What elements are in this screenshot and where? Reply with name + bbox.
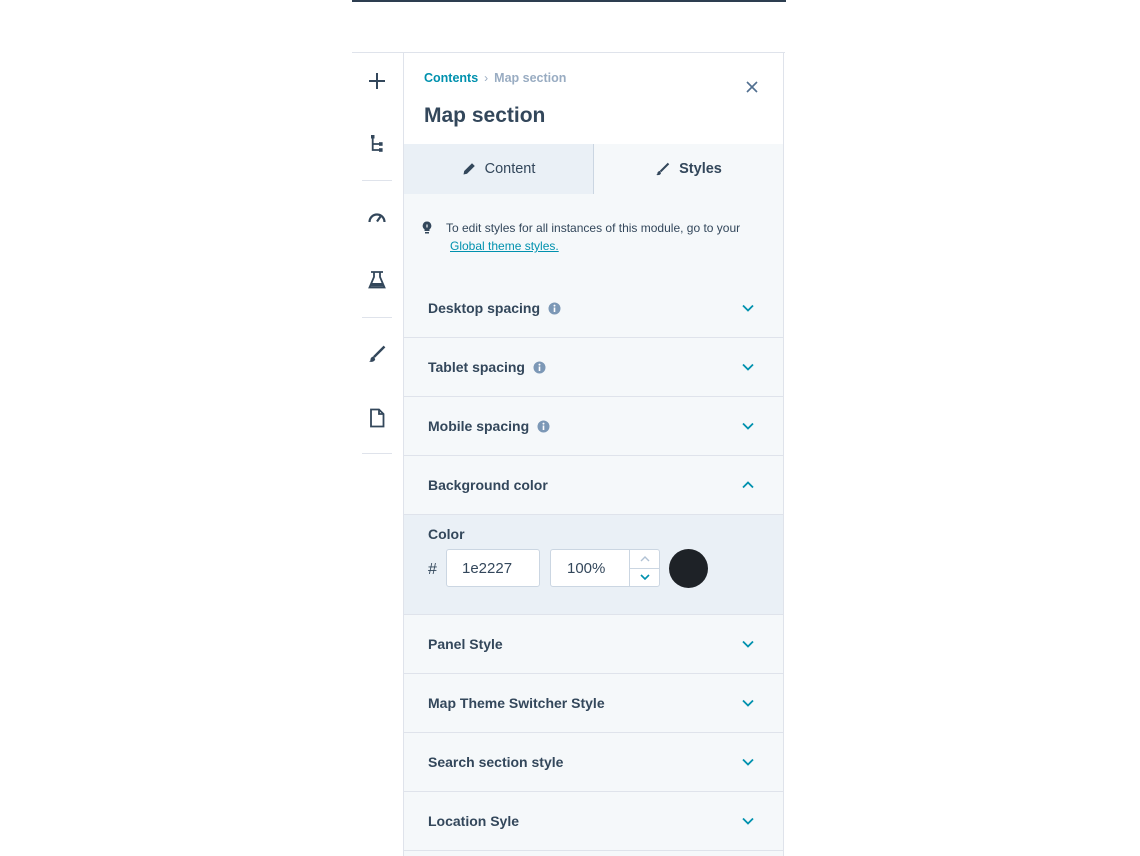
accordion-label: Search section style — [428, 754, 563, 770]
accordion-label: Background color — [428, 477, 548, 493]
global-theme-styles-link[interactable]: Global theme styles. — [446, 239, 559, 253]
brush-icon — [656, 162, 670, 175]
info-icon[interactable] — [548, 302, 561, 315]
accordion-title: Panel Style — [428, 636, 503, 652]
accordion-panel-style[interactable]: Panel Style — [404, 615, 783, 674]
accordion-search-section-style[interactable]: Search section style — [404, 733, 783, 792]
breadcrumb-contents-link[interactable]: Contents — [424, 71, 478, 85]
document-icon — [370, 408, 385, 428]
breadcrumb-separator: › — [484, 71, 489, 85]
notice-text: To edit styles for all instances of this… — [446, 219, 766, 255]
color-label: Color — [428, 526, 465, 542]
breadcrumb: Contents › Map section — [424, 71, 566, 85]
opacity-stepper — [629, 550, 660, 586]
opacity-field — [550, 549, 660, 587]
chevron-down-icon — [640, 574, 650, 580]
hex-color-input[interactable] — [446, 549, 540, 587]
accordion-label: Mobile spacing — [428, 418, 550, 434]
design-button[interactable] — [362, 339, 392, 369]
add-module-button[interactable] — [362, 66, 392, 96]
layout-tree-button[interactable] — [362, 129, 392, 159]
accordion-label: Panel Style — [428, 636, 503, 652]
accordion-title: Location Syle — [428, 813, 520, 829]
chevron-down-icon — [740, 419, 756, 433]
tab-styles[interactable]: Styles — [594, 144, 783, 194]
panel-header: Contents › Map section Map section — [404, 53, 783, 145]
accordion-title: Search section style — [428, 754, 564, 770]
lightbulb-icon — [422, 221, 432, 234]
tab-content[interactable]: Content — [404, 144, 594, 195]
info-icon[interactable] — [537, 420, 550, 433]
panel-tabs: Content Styles — [404, 144, 783, 195]
opacity-increase-button[interactable] — [630, 550, 660, 569]
accordion-mobile-spacing[interactable]: Mobile spacing — [404, 397, 783, 456]
chevron-up-icon — [640, 556, 650, 562]
chevron-down-icon — [740, 696, 756, 710]
accordion-title: Desktop spacing — [428, 300, 541, 316]
rail-divider — [362, 317, 392, 318]
accordion-location-style[interactable]: Location Syle — [404, 792, 783, 851]
accordion-title: Background color — [428, 477, 548, 493]
brush-icon — [369, 345, 386, 362]
accordion-title: Map Theme Switcher Style — [428, 695, 605, 711]
pencil-icon — [463, 163, 475, 175]
plus-icon — [369, 73, 385, 89]
close-icon — [746, 81, 758, 93]
background-color-settings: Color # — [404, 515, 783, 615]
opacity-decrease-button[interactable] — [630, 568, 660, 586]
info-icon[interactable] — [533, 361, 546, 374]
accordion-background-color[interactable]: Background color — [404, 456, 783, 515]
flask-icon — [368, 271, 386, 289]
left-rail — [352, 53, 404, 856]
color-swatch[interactable] — [669, 549, 708, 588]
accordion-desktop-spacing[interactable]: Desktop spacing — [404, 279, 783, 338]
gauge-icon — [368, 213, 386, 223]
accordion-tablet-spacing[interactable]: Tablet spacing — [404, 338, 783, 397]
chevron-down-icon — [740, 637, 756, 651]
module-panel: Contents › Map section Map section Conte… — [404, 53, 784, 856]
top-bar — [352, 0, 786, 2]
accordion-label: Location Syle — [428, 813, 519, 829]
optimize-button[interactable] — [362, 203, 392, 233]
accordion-title: Tablet spacing — [428, 359, 525, 375]
chevron-down-icon — [740, 360, 756, 374]
hash-prefix: # — [428, 561, 437, 578]
global-styles-notice: To edit styles for all instances of this… — [404, 194, 783, 280]
chevron-down-icon — [740, 301, 756, 315]
tab-styles-label: Styles — [679, 161, 722, 177]
accordion-label: Map Theme Switcher Style — [428, 695, 605, 711]
notice-message: To edit styles for all instances of this… — [446, 221, 741, 235]
accordion-label: Desktop spacing — [428, 300, 561, 316]
page-settings-button[interactable] — [362, 403, 392, 433]
page-title: Map section — [424, 104, 546, 127]
rail-divider — [362, 180, 392, 181]
editor-frame: Contents › Map section Map section Conte… — [352, 52, 785, 856]
test-button[interactable] — [362, 265, 392, 295]
chevron-up-icon — [740, 478, 756, 492]
accordion-title: Mobile spacing — [428, 418, 530, 434]
accordion-map-theme-switcher-style[interactable]: Map Theme Switcher Style — [404, 674, 783, 733]
accordion-label: Tablet spacing — [428, 359, 546, 375]
opacity-input[interactable] — [551, 550, 629, 586]
close-button[interactable] — [742, 77, 762, 97]
breadcrumb-current: Map section — [494, 71, 567, 85]
chevron-down-icon — [740, 814, 756, 828]
rail-divider — [362, 453, 392, 454]
chevron-down-icon — [740, 755, 756, 769]
tab-content-label: Content — [484, 161, 536, 177]
tree-icon — [371, 135, 383, 152]
